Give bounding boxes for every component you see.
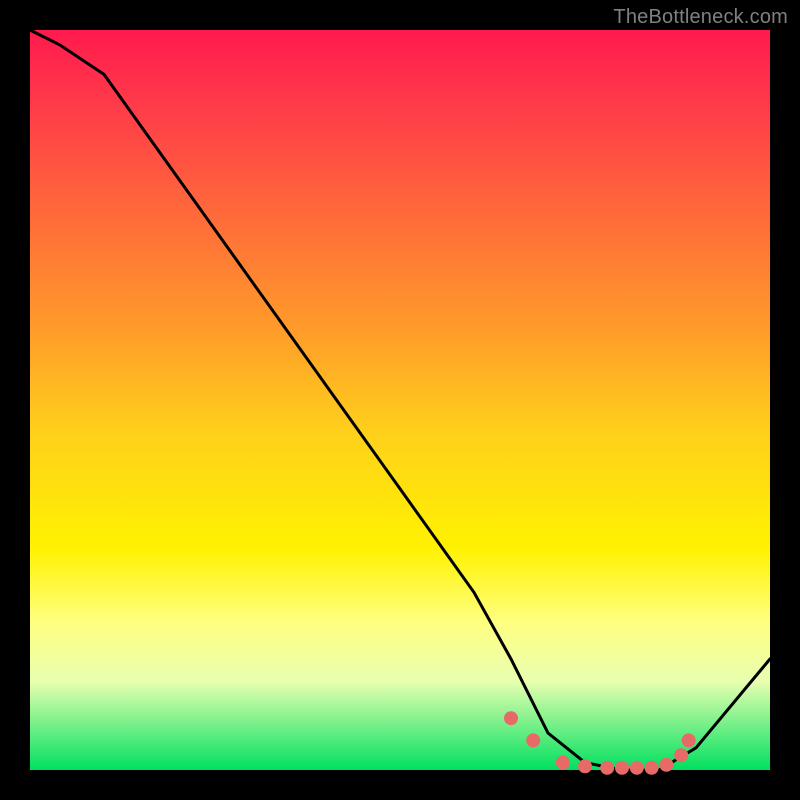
highlight-dot xyxy=(674,748,688,762)
highlight-dot xyxy=(526,733,540,747)
highlight-dot xyxy=(556,756,570,770)
highlight-dot xyxy=(630,761,644,775)
highlight-dot xyxy=(682,733,696,747)
highlight-dot xyxy=(659,758,673,772)
highlight-dot xyxy=(504,711,518,725)
watermark-text: TheBottleneck.com xyxy=(613,6,788,29)
highlight-dot xyxy=(615,761,629,775)
highlight-dot xyxy=(645,761,659,775)
highlight-dot xyxy=(600,761,614,775)
bottleneck-curve xyxy=(30,30,770,770)
highlight-dot xyxy=(578,759,592,773)
outer-frame: TheBottleneck.com xyxy=(0,0,800,800)
chart-svg xyxy=(30,30,770,770)
